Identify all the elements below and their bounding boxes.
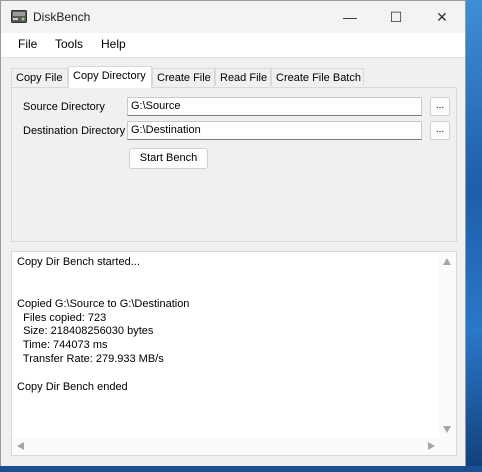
menu-file[interactable]: File [18,37,37,51]
desktop-background [466,0,482,472]
log-line: Size: 218408256030 bytes [17,325,154,338]
destination-directory-label: Destination Directory [23,125,126,137]
menu-bar: File Tools Help [1,33,465,57]
scroll-down-icon[interactable] [443,426,451,433]
tab-create-file-batch[interactable]: Create File Batch [271,68,364,86]
minimize-button[interactable]: — [327,1,373,33]
menu-tools[interactable]: Tools [55,37,83,51]
copy-directory-panel: Source Directory G:\Source ... Destinati… [11,87,457,242]
tab-copy-file[interactable]: Copy File [11,68,68,86]
source-directory-label: Source Directory [23,101,105,113]
maximize-icon: ☐ [389,9,403,25]
vertical-scrollbar[interactable] [439,252,456,439]
log-line: Copy Dir Bench started... [17,256,140,268]
maximize-button[interactable]: ☐ [373,1,419,33]
scrollbar-corner [439,438,456,455]
minimize-icon: — [343,9,357,25]
app-icon [11,10,27,23]
destination-browse-button[interactable]: ... [430,121,450,140]
desktop-background-bottom [0,466,482,472]
close-button[interactable]: ✕ [419,1,465,33]
tab-read-file[interactable]: Read File [215,68,271,86]
scroll-up-icon[interactable] [443,258,451,265]
scroll-right-icon[interactable] [428,442,435,450]
log-line: Copy Dir Bench ended [17,381,128,394]
output-log[interactable]: Copy Dir Bench started... Copied G:\Sour… [11,251,457,456]
horizontal-scrollbar[interactable] [12,438,440,455]
title-bar[interactable]: DiskBench — ☐ ✕ [1,1,465,33]
log-line: Time: 744073 ms [17,339,108,352]
tab-copy-directory[interactable]: Copy Directory [68,66,152,88]
destination-directory-input[interactable]: G:\Destination [127,121,422,140]
client-area: Copy File Copy Directory Create File Rea… [1,57,465,466]
menu-help[interactable]: Help [101,37,126,51]
log-line: Transfer Rate: 279.933 MB/s [17,353,164,366]
close-icon: ✕ [436,9,448,25]
start-bench-button[interactable]: Start Bench [129,148,208,169]
log-line: Copied G:\Source to G:\Destination [17,297,190,310]
app-window: DiskBench — ☐ ✕ File Tools Help Copy Fil… [0,0,466,466]
source-directory-input[interactable]: G:\Source [127,97,422,116]
output-lines: Copy Dir Bench started... Copied G:\Sour… [17,256,189,395]
source-browse-button[interactable]: ... [430,97,450,116]
tab-create-file[interactable]: Create File [152,68,215,86]
log-line: Files copied: 723 [17,311,107,324]
window-title: DiskBench [33,10,91,24]
scroll-left-icon[interactable] [17,442,24,450]
